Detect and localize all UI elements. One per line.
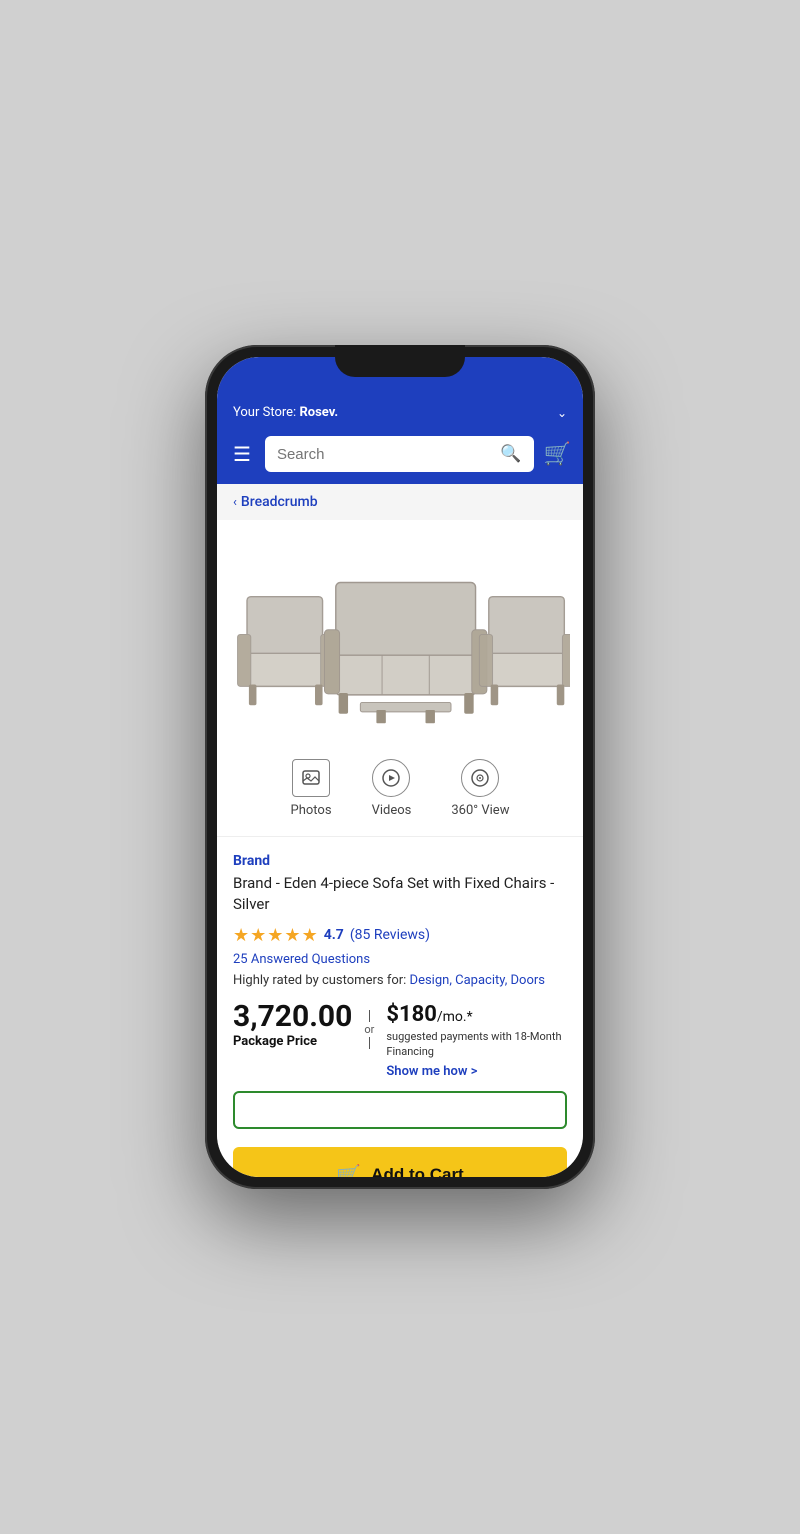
tab-videos[interactable]: Videos xyxy=(372,759,412,818)
cart-icon[interactable]: 🛒 xyxy=(544,442,571,467)
price-main: 3,720.00 Package Price xyxy=(233,1002,352,1049)
product-info: Brand Brand - Eden 4-piece Sofa Set with… xyxy=(217,837,583,1079)
videos-icon xyxy=(372,759,410,797)
phone-notch xyxy=(335,345,465,377)
rating-row: ★ ★ ★ ★ ★ 4.7 (85 Reviews) xyxy=(233,925,567,946)
divider-line-2 xyxy=(369,1037,370,1049)
or-text: or xyxy=(364,1023,374,1036)
360view-icon xyxy=(461,759,499,797)
star-5: ★ xyxy=(302,925,318,946)
financing-section: $180/mo.* suggested payments with 18-Mon… xyxy=(386,1002,567,1079)
tag-design[interactable]: Design, xyxy=(410,973,452,988)
tab-photos[interactable]: Photos xyxy=(291,759,332,818)
breadcrumb-label[interactable]: Breadcrumb xyxy=(241,494,318,510)
search-icon[interactable]: 🔍 xyxy=(500,444,521,464)
highly-rated: Highly rated by customers for: Design, C… xyxy=(233,973,567,988)
360view-label: 360° View xyxy=(451,803,509,818)
star-4: ★ xyxy=(284,925,300,946)
search-bar: ☰ 🔍 🛒 xyxy=(217,428,583,484)
videos-label: Videos xyxy=(372,803,412,818)
add-to-cart-label: Add to Cart xyxy=(371,1165,464,1177)
search-input[interactable] xyxy=(277,446,492,463)
breadcrumb-bar: ‹ Breadcrumb xyxy=(217,484,583,520)
media-tabs: Photos Videos xyxy=(217,749,583,837)
brand-label: Brand xyxy=(233,853,567,869)
answered-questions[interactable]: 25 Answered Questions xyxy=(233,952,567,967)
pickup-section xyxy=(233,1091,567,1129)
product-image xyxy=(230,540,570,729)
price-label: Package Price xyxy=(233,1034,352,1049)
star-1: ★ xyxy=(233,925,249,946)
phone-screen: Your Store: Rosev. ⌄ ☰ 🔍 🛒 ‹ Breadcrumb xyxy=(217,357,583,1177)
product-image-area xyxy=(217,520,583,749)
search-input-wrapper[interactable]: 🔍 xyxy=(265,436,534,472)
store-name: Rosev. xyxy=(299,405,338,420)
stars: ★ ★ ★ ★ ★ xyxy=(233,925,318,946)
tab-360view[interactable]: 360° View xyxy=(451,759,509,818)
store-info: Your Store: Rosev. xyxy=(233,405,338,420)
show-me-how-link[interactable]: Show me how > xyxy=(386,1064,477,1079)
financing-desc: suggested payments with 18-Month Financi… xyxy=(386,1029,567,1060)
photos-icon xyxy=(292,759,330,797)
screen-content: Your Store: Rosev. ⌄ ☰ 🔍 🛒 ‹ Breadcrumb xyxy=(217,357,583,1177)
reviews-link[interactable]: (85 Reviews) xyxy=(350,927,430,943)
divider-line xyxy=(369,1010,370,1022)
add-to-cart-button[interactable]: 🛒 Add to Cart xyxy=(233,1147,567,1177)
rating-number: 4.7 xyxy=(324,927,344,943)
star-3: ★ xyxy=(267,925,283,946)
phone-frame: Your Store: Rosev. ⌄ ☰ 🔍 🛒 ‹ Breadcrumb xyxy=(205,345,595,1189)
menu-icon[interactable]: ☰ xyxy=(229,438,255,470)
tag-doors[interactable]: Doors xyxy=(511,973,545,988)
financing-suffix: /mo.* xyxy=(437,1009,473,1025)
store-bar[interactable]: Your Store: Rosev. ⌄ xyxy=(217,401,583,428)
cart-btn-icon: 🛒 xyxy=(336,1163,361,1177)
tag-capacity[interactable]: Capacity, xyxy=(455,973,507,988)
highly-rated-prefix: Highly rated by customers for: xyxy=(233,973,406,988)
breadcrumb-arrow-icon: ‹ xyxy=(233,495,237,510)
price-divider: or xyxy=(364,1002,374,1049)
store-chevron-icon[interactable]: ⌄ xyxy=(557,406,567,420)
financing-amount: $180 xyxy=(386,1002,437,1027)
store-prefix: Your Store: xyxy=(233,405,296,420)
financing-amount-row: $180/mo.* xyxy=(386,1002,567,1027)
price-section: 3,720.00 Package Price or $180/mo.* sugg… xyxy=(233,1002,567,1079)
add-to-cart-section: 🛒 Add to Cart xyxy=(217,1139,583,1177)
star-2: ★ xyxy=(250,925,266,946)
price-number: 3,720.00 xyxy=(233,1002,352,1032)
product-title: Brand - Eden 4-piece Sofa Set with Fixed… xyxy=(233,873,567,915)
photos-label: Photos xyxy=(291,803,332,818)
